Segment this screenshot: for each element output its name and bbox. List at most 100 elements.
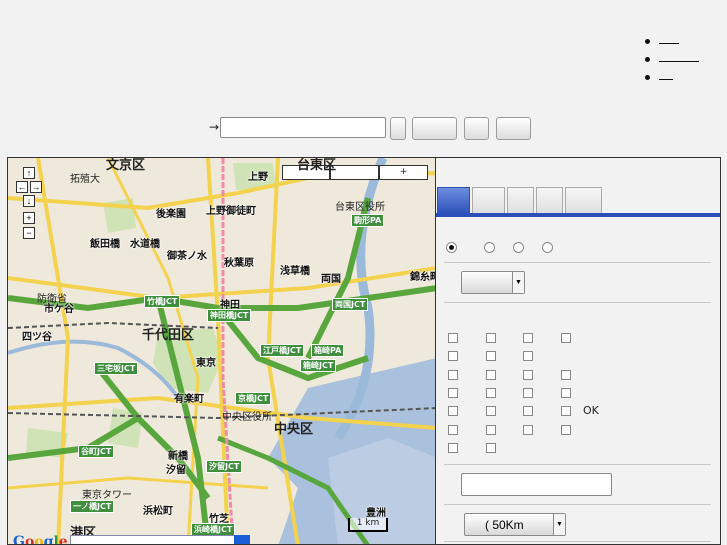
map-type-hybrid[interactable]: + <box>379 165 428 180</box>
checkbox[interactable] <box>486 351 496 361</box>
map-label: 中央区役所 <box>222 412 272 423</box>
checkbox[interactable] <box>523 333 533 343</box>
map-label: 箱崎PA <box>311 344 345 357</box>
zoom-out-button[interactable]: − <box>23 227 35 239</box>
chevron-down-icon: ▼ <box>553 514 565 535</box>
checkbox[interactable] <box>448 425 458 435</box>
keyword-input[interactable] <box>461 473 612 496</box>
map-label: 飯田橋 <box>90 239 120 250</box>
map-view[interactable]: ↑ ← → ↓ + − + 文京区 台東区 拓殖大 上野 上野御徒町 後楽園 台… <box>7 157 436 545</box>
checkbox[interactable] <box>486 370 496 380</box>
pan-right-button[interactable]: → <box>30 181 42 193</box>
map-label: 秋葉原 <box>224 258 254 269</box>
pan-left-button[interactable]: ← <box>16 181 28 193</box>
map-label: 水道橋 <box>130 239 160 250</box>
distance-select[interactable]: ( 50Km ▼ <box>464 513 566 536</box>
map-label: 一ノ橋JCT <box>70 500 115 513</box>
map-label: 御茶ノ水 <box>167 251 207 262</box>
checkbox-label-ok: OK <box>583 404 599 417</box>
checkbox[interactable] <box>448 388 458 398</box>
map-label: 神田橋JCT <box>207 309 252 322</box>
map-label: 上野 <box>248 172 268 183</box>
map-label: 台東区 <box>297 158 337 173</box>
checkbox[interactable] <box>523 406 533 416</box>
map-label: 四ツ谷 <box>22 332 52 343</box>
map-label: 錦糸町 <box>410 272 435 283</box>
map-label: 駒形PA <box>351 214 385 227</box>
map-label: 竹橋JCT <box>144 295 181 308</box>
tab-4[interactable] <box>536 187 563 214</box>
checkbox[interactable] <box>448 351 458 361</box>
clear-button[interactable] <box>496 117 531 140</box>
checkbox[interactable] <box>486 425 496 435</box>
map-type-satellite[interactable] <box>330 165 379 180</box>
radio-option-1[interactable] <box>446 242 457 253</box>
checkbox[interactable] <box>448 370 458 380</box>
pan-up-button[interactable]: ↑ <box>23 167 35 179</box>
checkbox[interactable] <box>486 406 496 416</box>
map-label: 千代田区 <box>142 328 195 343</box>
checkbox[interactable] <box>448 333 458 343</box>
radio-option-3[interactable] <box>513 242 524 253</box>
map-search-bar-button[interactable] <box>234 535 250 544</box>
google-logo: Google <box>13 534 68 545</box>
pan-down-button[interactable]: ↓ <box>23 195 35 207</box>
divider <box>444 262 711 263</box>
option-button[interactable] <box>464 117 489 140</box>
map-label: 新橋 <box>168 451 188 462</box>
map-search-bar[interactable] <box>70 535 250 544</box>
chevron-down-icon: ▼ <box>512 272 524 293</box>
map-label: 拓殖大 <box>70 174 100 185</box>
zoom-in-button[interactable]: + <box>23 212 35 224</box>
map-label: 両国 <box>321 274 341 285</box>
checkbox[interactable] <box>561 388 571 398</box>
map-label: 汐留 <box>166 465 186 476</box>
checkbox[interactable] <box>523 370 533 380</box>
map-label: 汐留JCT <box>206 460 243 473</box>
checkbox[interactable] <box>561 406 571 416</box>
nav-link[interactable] <box>659 35 679 44</box>
checkbox[interactable] <box>523 351 533 361</box>
map-label: 有楽町 <box>174 394 204 405</box>
map-label: 浅草橋 <box>280 266 310 277</box>
tab-underline <box>436 213 720 217</box>
tab-1[interactable] <box>437 187 470 214</box>
checkbox[interactable] <box>561 370 571 380</box>
divider <box>444 464 711 465</box>
checkbox[interactable] <box>448 443 458 453</box>
radio-option-4[interactable] <box>542 242 553 253</box>
search-options-panel: ▼ OK ( 50Km ▼ <box>436 157 721 545</box>
checkbox[interactable] <box>486 388 496 398</box>
checkbox[interactable] <box>561 425 571 435</box>
tab-3[interactable] <box>507 187 534 214</box>
checkbox[interactable] <box>448 406 458 416</box>
address-search-input[interactable] <box>220 117 386 138</box>
checkbox[interactable] <box>523 425 533 435</box>
checkbox[interactable] <box>486 443 496 453</box>
divider <box>444 302 711 303</box>
map-label: 台東区役所 <box>335 202 385 213</box>
divider <box>444 541 711 542</box>
nav-link[interactable] <box>659 53 699 62</box>
nav-item[interactable] <box>645 52 699 70</box>
search-button-small[interactable] <box>390 117 406 140</box>
checkbox[interactable] <box>561 333 571 343</box>
checkbox[interactable] <box>523 388 533 398</box>
map-label: 豊洲 <box>366 508 386 519</box>
tab-5[interactable] <box>565 187 602 214</box>
nav-item[interactable] <box>645 70 699 88</box>
map-label: 江戸橋JCT <box>260 344 305 357</box>
radio-option-2[interactable] <box>484 242 495 253</box>
map-label: 中央区 <box>274 422 314 437</box>
search-button[interactable] <box>412 117 457 140</box>
map-label: 東京タワー <box>82 490 132 501</box>
category-select[interactable]: ▼ <box>461 271 525 294</box>
nav-link[interactable] <box>659 71 673 80</box>
map-label: 三宅坂JCT <box>94 362 139 375</box>
divider <box>444 504 711 505</box>
top-nav <box>645 34 699 88</box>
arrow-icon: → <box>209 120 220 134</box>
checkbox[interactable] <box>486 333 496 343</box>
nav-item[interactable] <box>645 34 699 52</box>
tab-2[interactable] <box>472 187 505 214</box>
